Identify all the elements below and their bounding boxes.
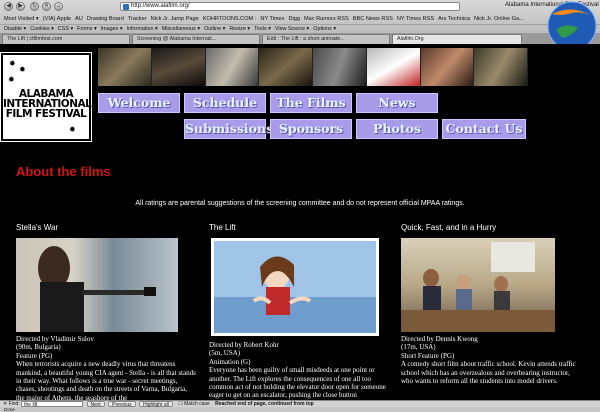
find-bar: ✕ Find: the lift Next Previous Highlight… bbox=[0, 400, 600, 408]
stop-button[interactable]: ✕ bbox=[42, 2, 51, 11]
bookmark-item[interactable]: Ars Technica bbox=[438, 16, 470, 22]
bookmark-item[interactable]: Most Visited ▾ bbox=[4, 16, 39, 22]
nav-submissions[interactable]: Submissions bbox=[184, 119, 273, 139]
devtools-menu[interactable]: Cookies ▾ bbox=[30, 26, 54, 32]
devtools-menu[interactable]: Disable ▾ bbox=[4, 26, 26, 32]
bookmark-item[interactable]: Digg bbox=[288, 16, 300, 22]
header-photo bbox=[366, 48, 421, 86]
film-description: When terrorists acquire a new deadly vir… bbox=[16, 360, 196, 400]
film-title: The Lift bbox=[209, 223, 236, 232]
star-icon: ✸ bbox=[8, 75, 15, 84]
address-text: http://www.alafilm.org/ bbox=[131, 3, 190, 9]
logo-text: ALABAMA INTERNATIONAL FILM FESTIVAL bbox=[3, 89, 92, 120]
header-photo bbox=[313, 48, 367, 86]
film-runtime: (17m, USA) bbox=[401, 343, 436, 352]
nav-contact-us[interactable]: Contact Us bbox=[442, 119, 526, 139]
star-icon: ✹ bbox=[69, 125, 76, 134]
devtools-menu[interactable]: Images ▾ bbox=[101, 26, 123, 32]
address-bar[interactable]: http://www.alafilm.org/ bbox=[120, 2, 460, 11]
devtools-menu[interactable]: Options ▾ bbox=[313, 26, 336, 32]
firefox-globe-icon bbox=[547, 1, 597, 44]
web-developer-toolbar: Disable ▾ Cookies ▾ CSS ▾ Forms ▾ Images ▾ In… bbox=[0, 24, 600, 33]
star-icon: ✹ bbox=[19, 65, 26, 74]
bookmark-item[interactable]: AU bbox=[75, 16, 83, 22]
bookmark-item[interactable]: BBC News RSS bbox=[353, 16, 393, 22]
header-photo-strip bbox=[98, 48, 528, 86]
film-details: Directed by Robert Kohr (5m, USA) Animat… bbox=[209, 341, 389, 400]
devtools-menu[interactable]: Resize ▾ bbox=[229, 26, 250, 32]
tab-strip: The Lift | ctfilmfest.com Screening @ Al… bbox=[0, 33, 600, 44]
header-photo bbox=[205, 48, 260, 86]
film-details: Directed by Vladimir Sulov (90m, Bulgari… bbox=[16, 335, 196, 400]
film-still-quick-fast[interactable] bbox=[401, 238, 555, 332]
film-quick-fast-hurry: Quick, Fast, and in a Hurry Directed by … bbox=[401, 223, 576, 385]
page-content: ✸ ✹ ✸ ✹ ALABAMA INTERNATIONAL FILM FESTI… bbox=[0, 44, 600, 400]
nav-news[interactable]: News bbox=[356, 93, 438, 113]
film-runtime: (5m, USA) bbox=[209, 349, 241, 358]
film-still-stellas-war[interactable] bbox=[16, 238, 178, 332]
browser-chrome: ◀ ▶ ↻ ✕ ⌂ http://www.alafilm.org/ Alabam… bbox=[0, 0, 600, 44]
film-stellas-war: Stella's War Directed by Vladimir Sulov … bbox=[16, 223, 196, 400]
bookmark-item[interactable]: KOHRTOONS.COM : bbox=[203, 16, 257, 22]
devtools-menu[interactable]: Miscellaneous ▾ bbox=[162, 26, 200, 32]
section-title: About the films bbox=[16, 164, 111, 179]
site-favicon-icon bbox=[123, 4, 129, 10]
film-still-the-lift[interactable] bbox=[211, 238, 379, 336]
forward-button[interactable]: ▶ bbox=[16, 2, 25, 11]
film-description: A comedy short film about traffic school… bbox=[401, 360, 576, 386]
bookmark-item[interactable]: Tracker bbox=[128, 16, 147, 22]
festival-logo[interactable]: ✸ ✹ ✸ ✹ ALABAMA INTERNATIONAL FILM FESTI… bbox=[0, 52, 92, 142]
bookmark-item[interactable]: Nick Jr. Online Ga... bbox=[474, 16, 524, 22]
nav-welcome[interactable]: Welcome bbox=[98, 93, 180, 113]
bookmark-item[interactable]: Mac Rumors RSS bbox=[304, 16, 349, 22]
logo-line-3: FILM FESTIVAL bbox=[5, 108, 87, 120]
ratings-disclaimer: All ratings are parental suggestions of … bbox=[135, 200, 465, 207]
tab-edit-the-lift[interactable]: Edit : The Lift : a short animate... bbox=[262, 34, 390, 44]
devtools-menu[interactable]: Forms ▾ bbox=[77, 26, 96, 32]
tab-alafilm[interactable]: Alafilm.Org bbox=[392, 34, 522, 44]
bookmark-item[interactable]: NY Times bbox=[260, 16, 284, 22]
film-title: Stella's War bbox=[16, 223, 59, 232]
tab-the-lift-ctfilmfest[interactable]: The Lift | ctfilmfest.com bbox=[2, 34, 130, 44]
devtools-menu[interactable]: View Source ▾ bbox=[275, 26, 309, 32]
header-photo bbox=[98, 48, 152, 86]
devtools-menu[interactable]: CSS ▾ bbox=[58, 26, 73, 32]
film-director: Directed by Dennis Kwong bbox=[401, 335, 478, 343]
film-the-lift: The Lift Directed by Robert Kohr (5m, US… bbox=[209, 223, 386, 399]
header-photo bbox=[420, 48, 475, 86]
status-bar: Done bbox=[0, 407, 600, 412]
bookmark-item[interactable]: Drawing Board bbox=[87, 16, 124, 22]
bookmark-item[interactable]: NY Times RSS bbox=[397, 16, 434, 22]
film-category: Animation (G) bbox=[209, 357, 251, 366]
film-director: Directed by Vladimir Sulov bbox=[16, 335, 94, 343]
film-category: Short Feature (PG) bbox=[401, 351, 455, 360]
nav-schedule[interactable]: Schedule bbox=[184, 93, 266, 113]
nav-sponsors[interactable]: Sponsors bbox=[270, 119, 352, 139]
devtools-menu[interactable]: Tools ▾ bbox=[254, 26, 271, 32]
nav-photos[interactable]: Photos bbox=[356, 119, 438, 139]
reload-button[interactable]: ↻ bbox=[30, 2, 39, 11]
star-icon: ✸ bbox=[9, 59, 16, 68]
header-photo bbox=[259, 48, 313, 86]
header-photo bbox=[151, 48, 206, 86]
tab-screening-alabama[interactable]: Screening @ Alabama Internati... bbox=[132, 34, 260, 44]
back-button[interactable]: ◀ bbox=[4, 2, 13, 11]
toolbar: ◀ ▶ ↻ ✕ ⌂ http://www.alafilm.org/ Alabam… bbox=[0, 0, 600, 13]
film-title: Quick, Fast, and in a Hurry bbox=[401, 223, 497, 232]
home-button[interactable]: ⌂ bbox=[54, 2, 63, 11]
film-details: Directed by Dennis Kwong (17m, USA) Shor… bbox=[401, 335, 581, 385]
film-director: Directed by Robert Kohr bbox=[209, 341, 279, 349]
header-photo bbox=[474, 48, 528, 86]
bookmarks-bar: Most Visited ▾ (VIA) Apple AU Drawing Board… bbox=[0, 14, 600, 24]
film-description: Everyone has been guilty of small misdee… bbox=[209, 366, 386, 400]
nav-the-films[interactable]: The Films bbox=[270, 93, 352, 113]
film-runtime: (90m, Bulgaria) bbox=[16, 343, 61, 352]
film-category: Feature (PG) bbox=[16, 351, 53, 360]
devtools-menu[interactable]: Information ▾ bbox=[127, 26, 158, 32]
bookmark-item[interactable]: Nick Jr. Jamp Page bbox=[151, 16, 199, 22]
bookmark-item[interactable]: (VIA) Apple bbox=[43, 16, 71, 22]
devtools-menu[interactable]: Outline ▾ bbox=[204, 26, 225, 32]
